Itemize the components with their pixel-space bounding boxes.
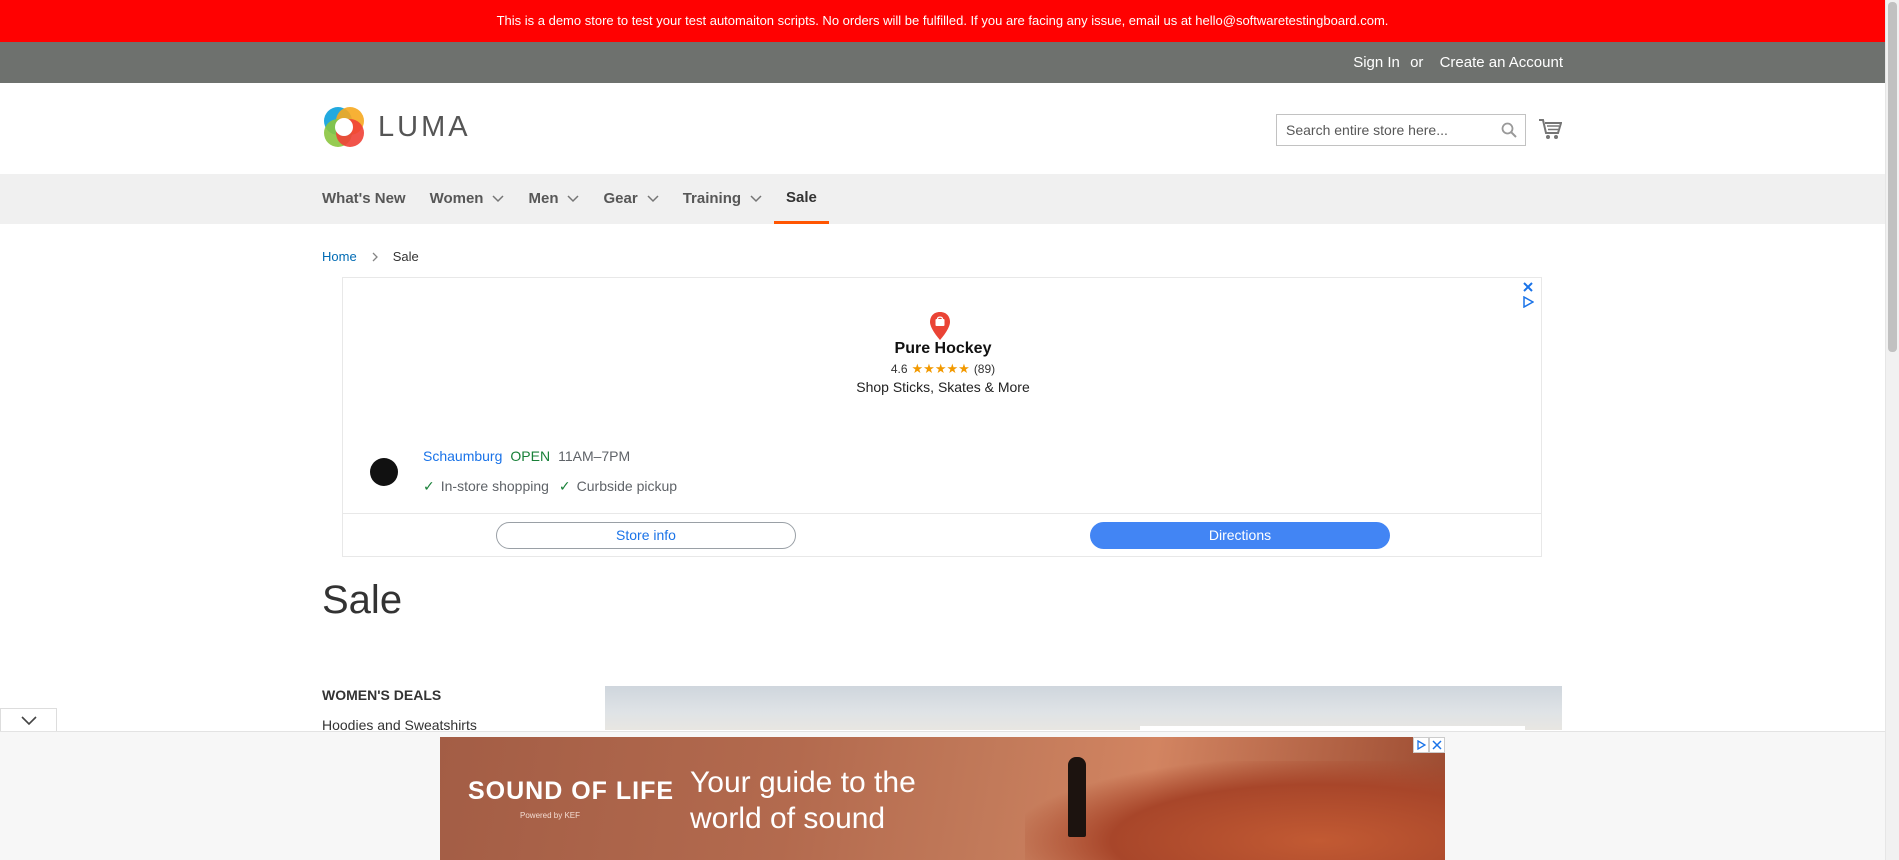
nav-item-gear[interactable]: Gear — [591, 174, 670, 224]
rating-value: 4.6 — [890, 362, 908, 376]
adchoices-icon[interactable] — [1522, 296, 1534, 308]
demo-notice-text: This is a demo store to test your test a… — [496, 13, 1389, 28]
sign-in-link[interactable]: Sign In — [1353, 54, 1400, 71]
rocks-graphic — [1025, 761, 1445, 860]
store-ad[interactable]: Pure Hockey 4.6 ★★★★★ (89) Shop Sticks, … — [342, 277, 1542, 557]
logo-text: LUMA — [378, 110, 471, 143]
nav-label: Women — [429, 190, 484, 207]
scrollbar[interactable] — [1885, 0, 1899, 860]
collapse-ad-tab[interactable] — [0, 708, 57, 732]
chevron-right-icon — [372, 252, 378, 261]
person-silhouette — [1068, 757, 1086, 837]
ad-tagline: Shop Sticks, Skates & More — [856, 379, 1030, 395]
chevron-down-icon — [567, 195, 580, 203]
page-title: Sale — [322, 578, 403, 622]
nav-item-sale[interactable]: Sale — [774, 174, 829, 224]
nav-label: Training — [682, 190, 742, 207]
ad-open-status: OPEN — [510, 448, 551, 464]
ad-headline-line-1: Your guide to the — [690, 766, 916, 799]
chevron-down-icon — [492, 195, 505, 203]
feature-curbside: ✓ Curbside pickup — [559, 478, 677, 495]
star-rating-icon: ★★★★★ — [911, 361, 970, 376]
directions-button[interactable]: Directions — [1090, 522, 1390, 549]
nav-label: Men — [528, 190, 559, 207]
nav-list: What's New Women Men Gear Training Sale — [322, 174, 829, 224]
chevron-down-icon — [647, 195, 659, 203]
search-icon[interactable] — [1501, 122, 1517, 138]
nav-item-women[interactable]: Women — [418, 174, 517, 224]
nav-item-men[interactable]: Men — [516, 174, 591, 224]
check-icon: ✓ — [423, 478, 435, 494]
bottom-ad-bar: SOUND OF LIFE Powered by KEF Your guide … — [0, 731, 1885, 860]
feature-label: In-store shopping — [440, 478, 549, 494]
breadcrumb-home-link[interactable]: Home — [322, 249, 357, 264]
nav-item-whats-new[interactable]: What's New — [322, 174, 418, 224]
cart-icon[interactable] — [1538, 117, 1562, 141]
store-logo-icon — [370, 458, 398, 486]
luma-logo-icon — [324, 107, 364, 147]
ad-headline-line-2: world of sound — [690, 802, 886, 835]
promo-banner-image[interactable] — [605, 686, 1562, 730]
store-info-button[interactable]: Store info — [496, 522, 796, 549]
nav-item-training[interactable]: Training — [671, 174, 774, 224]
luma-logo[interactable]: LUMA — [322, 105, 471, 149]
bottom-ad-banner[interactable]: SOUND OF LIFE Powered by KEF Your guide … — [440, 737, 1445, 860]
chevron-down-icon — [750, 195, 762, 203]
ad-brand: SOUND OF LIFE — [468, 777, 675, 805]
ad-features: ✓ In-store shopping ✓ Curbside pickup — [423, 478, 677, 495]
check-icon: ✓ — [558, 478, 571, 494]
scrollbar-thumb[interactable] — [1888, 2, 1897, 352]
review-count: (89) — [973, 362, 996, 376]
feature-in-store: ✓ In-store shopping — [423, 478, 549, 495]
ad-controls — [1413, 737, 1445, 753]
nav-label: Gear — [603, 190, 638, 207]
search-box — [1276, 114, 1526, 146]
breadcrumb-current: Sale — [392, 249, 419, 264]
close-icon[interactable] — [1522, 281, 1534, 293]
ad-city[interactable]: Schaumburg — [423, 448, 502, 464]
map-pin-icon — [930, 312, 950, 340]
create-account-link[interactable]: Create an Account — [1440, 54, 1563, 71]
ad-rating: 4.6 ★★★★★ (89) — [343, 361, 1543, 377]
feature-label: Curbside pickup — [576, 478, 678, 494]
main-navigation: What's New Women Men Gear Training Sale — [0, 174, 1885, 224]
site-header: LUMA — [0, 83, 1885, 174]
sidebar-title: Women's Deals — [322, 687, 442, 703]
breadcrumb: Home Sale — [322, 249, 419, 264]
ad-location: Schaumburg OPEN 11AM–7PM — [423, 448, 630, 464]
demo-notice-bar: This is a demo store to test your test a… — [0, 0, 1885, 42]
ad-headline: Your guide to the world of sound — [690, 765, 916, 837]
close-icon[interactable] — [1429, 737, 1445, 753]
chevron-down-icon — [21, 716, 37, 726]
ad-hours: 11AM–7PM — [558, 448, 631, 464]
account-links: Sign In or Create an Account — [1347, 42, 1563, 83]
ad-store-name: Pure Hockey — [894, 340, 992, 357]
panel-header: Sign In or Create an Account — [0, 42, 1885, 83]
ad-divider — [343, 513, 1541, 514]
adchoices-icon[interactable] — [1413, 737, 1429, 753]
nav-label: What's New — [322, 190, 406, 207]
promo-panel — [1140, 726, 1525, 730]
search-input[interactable] — [1277, 115, 1487, 145]
or-separator: or — [1410, 54, 1424, 71]
ad-brand-sub: Powered by KEF — [520, 811, 581, 820]
nav-label: Sale — [786, 188, 817, 206]
